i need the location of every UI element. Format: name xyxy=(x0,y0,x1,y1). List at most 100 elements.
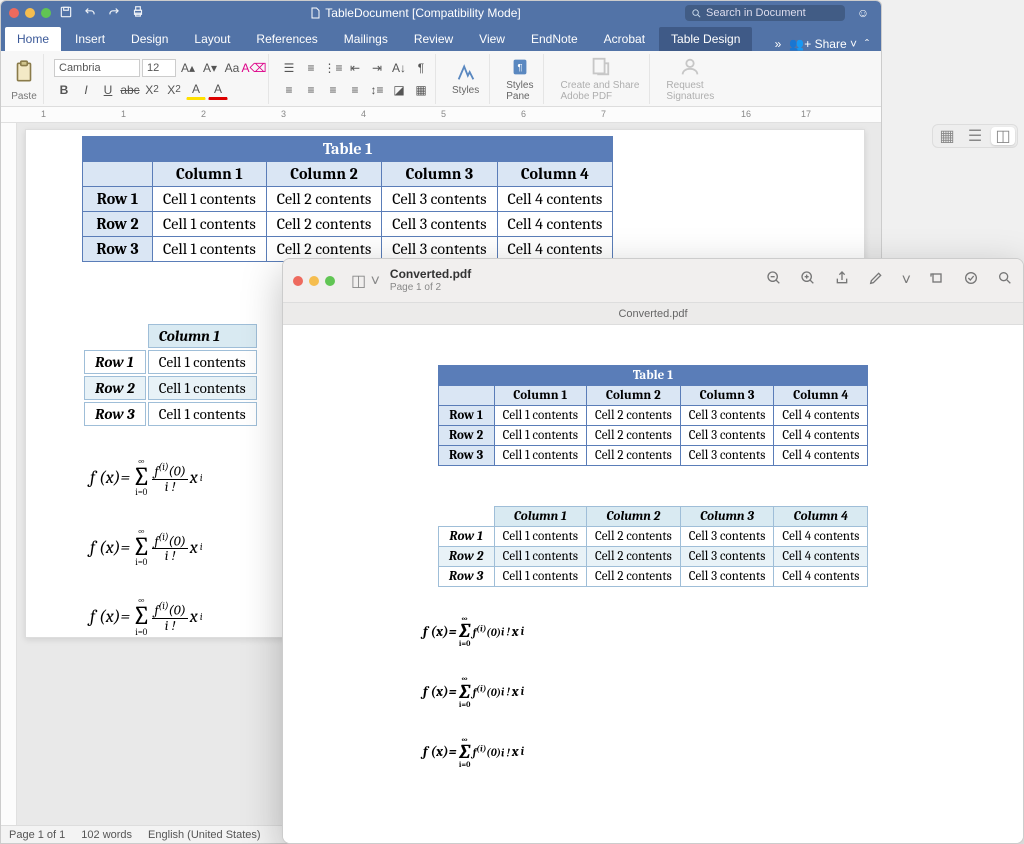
list-view-icon[interactable]: ☰ xyxy=(963,127,987,145)
create-share-pdf-button[interactable]: Create and Share Adobe PDF xyxy=(554,54,645,104)
line-spacing-icon[interactable]: ↕≡ xyxy=(367,80,387,100)
font-color-button[interactable]: A xyxy=(208,80,228,100)
multilevel-icon[interactable]: ⋮≡ xyxy=(323,58,343,78)
page-indicator[interactable]: Page 1 of 1 xyxy=(9,829,65,841)
pdf-formula-2: f (x)= ∞∑i=0 f(i)(0)i ! xi xyxy=(423,675,973,707)
redo-icon[interactable] xyxy=(107,5,121,22)
justify-icon[interactable]: ≡ xyxy=(345,80,365,100)
tab-endnote[interactable]: EndNote xyxy=(519,27,590,51)
markup-icon[interactable] xyxy=(868,270,884,291)
preview-window-controls xyxy=(293,276,335,286)
styles-pane-button[interactable]: ¶Styles Pane xyxy=(500,54,539,104)
underline-button[interactable]: U xyxy=(98,80,118,100)
grid-view-icon[interactable]: ▦ xyxy=(935,127,959,145)
tab-home[interactable]: Home xyxy=(5,27,61,51)
close-window-button[interactable] xyxy=(293,276,303,286)
decrease-font-icon[interactable]: A▾ xyxy=(200,58,220,78)
share-icon[interactable] xyxy=(834,270,850,291)
tab-references[interactable]: References xyxy=(244,27,329,51)
numbering-icon[interactable]: ≡ xyxy=(301,58,321,78)
preview-title-block: Converted.pdf Page 1 of 2 xyxy=(390,268,471,292)
close-window-button[interactable] xyxy=(9,8,19,18)
tab-review[interactable]: Review xyxy=(402,27,465,51)
zoom-out-icon[interactable] xyxy=(766,270,782,291)
table-row: Row 2 xyxy=(84,376,146,400)
request-signatures-button[interactable]: Request Signatures xyxy=(660,54,720,104)
zoom-in-icon[interactable] xyxy=(800,270,816,291)
styles-group: Styles xyxy=(442,54,490,104)
pdf-table-1-title: Table 1 xyxy=(438,366,868,386)
tab-acrobat[interactable]: Acrobat xyxy=(592,27,657,51)
minimize-window-button[interactable] xyxy=(309,276,319,286)
word-count[interactable]: 102 words xyxy=(81,829,132,841)
tab-table-design[interactable]: Table Design xyxy=(659,27,752,51)
minimize-window-button[interactable] xyxy=(25,8,35,18)
strike-button[interactable]: abc xyxy=(120,80,140,100)
sort-icon[interactable]: A↓ xyxy=(389,58,409,78)
bold-button[interactable]: B xyxy=(54,80,74,100)
align-left-icon[interactable]: ≡ xyxy=(279,80,299,100)
tab-design[interactable]: Design xyxy=(119,27,180,51)
vertical-ruler[interactable] xyxy=(1,123,17,825)
paste-button[interactable] xyxy=(9,55,39,89)
styles-button[interactable]: Styles xyxy=(446,59,485,98)
svg-text:¶: ¶ xyxy=(517,62,522,72)
preview-tab[interactable]: Converted.pdf xyxy=(618,308,687,320)
sidebar-toggle-icon[interactable]: ◫ ˅ xyxy=(351,271,380,291)
print-icon[interactable] xyxy=(131,5,145,22)
borders-icon[interactable]: ▦ xyxy=(411,80,431,100)
font-size-select[interactable]: 12 xyxy=(142,59,176,77)
preview-filename: Converted.pdf xyxy=(390,268,471,281)
highlight-button[interactable]: A xyxy=(186,80,206,100)
tab-layout[interactable]: Layout xyxy=(182,27,242,51)
share-button[interactable]: 👥+ Share ˅ xyxy=(789,37,857,51)
language-indicator[interactable]: English (United States) xyxy=(148,829,261,841)
superscript-button[interactable]: X2 xyxy=(164,80,184,100)
column-view-icon[interactable]: ◫ xyxy=(991,127,1015,145)
increase-font-icon[interactable]: A▴ xyxy=(178,58,198,78)
table-1[interactable]: Table 1 Column 1 Column 2 Column 3 Colum… xyxy=(82,136,613,262)
table-1-col-1: Column 1 xyxy=(153,162,267,187)
align-center-icon[interactable]: ≡ xyxy=(301,80,321,100)
align-right-icon[interactable]: ≡ xyxy=(323,80,343,100)
highlight-icon[interactable] xyxy=(963,270,979,291)
horizontal-ruler[interactable]: 1 1 2 3 4 5 6 7 16 17 xyxy=(1,107,881,123)
change-case-icon[interactable]: Aa xyxy=(222,58,242,78)
preview-toolbar: ◫ ˅ Converted.pdf Page 1 of 2 ˅ xyxy=(283,259,1023,303)
quick-access-toolbar xyxy=(59,5,145,22)
tab-view[interactable]: View xyxy=(467,27,517,51)
search-icon[interactable] xyxy=(997,270,1013,291)
more-tabs-icon[interactable]: » xyxy=(775,37,782,51)
decrease-indent-icon[interactable]: ⇤ xyxy=(345,58,365,78)
dropdown-icon[interactable]: ˅ xyxy=(902,272,911,290)
maximize-window-button[interactable] xyxy=(325,276,335,286)
tab-mailings[interactable]: Mailings xyxy=(332,27,400,51)
tab-insert[interactable]: Insert xyxy=(63,27,117,51)
maximize-window-button[interactable] xyxy=(41,8,51,18)
search-box[interactable]: Search in Document xyxy=(685,5,845,21)
undo-icon[interactable] xyxy=(83,5,97,22)
table-1-title: Table 1 xyxy=(83,137,613,162)
increase-indent-icon[interactable]: ⇥ xyxy=(367,58,387,78)
preview-page-info: Page 1 of 2 xyxy=(390,282,471,293)
word-titlebar: TableDocument [Compatibility Mode] Searc… xyxy=(1,1,881,25)
subscript-button[interactable]: X2 xyxy=(142,80,162,100)
preview-body[interactable]: Table 1 Column 1Column 2Column 3Column 4… xyxy=(283,325,1023,843)
italic-button[interactable]: I xyxy=(76,80,96,100)
font-group: Cambria 12 A▴ A▾ Aa A⌫ B I U abc X2 X2 A… xyxy=(50,54,269,104)
signatures-group: Request Signatures xyxy=(656,54,724,104)
rotate-icon[interactable] xyxy=(929,270,945,291)
font-name-select[interactable]: Cambria xyxy=(54,59,140,77)
show-marks-icon[interactable]: ¶ xyxy=(411,58,431,78)
emoji-icon[interactable]: ☺ xyxy=(853,6,873,20)
window-controls xyxy=(9,8,51,18)
shading-icon[interactable]: ◪ xyxy=(389,80,409,100)
save-icon[interactable] xyxy=(59,5,73,22)
table-2[interactable]: Column 1 Row 1Cell 1 contents Row 2Cell … xyxy=(82,322,259,428)
ribbon-collapse-icon[interactable]: ˆ xyxy=(865,37,869,51)
pdf-table-2: Column 1Column 2Column 3Column 4 Row 1Ce… xyxy=(438,506,869,587)
clear-format-icon[interactable]: A⌫ xyxy=(244,58,264,78)
bullets-icon[interactable]: ☰ xyxy=(279,58,299,78)
table-1-col-4: Column 4 xyxy=(497,162,613,187)
table-row: Row 3 xyxy=(84,402,146,426)
